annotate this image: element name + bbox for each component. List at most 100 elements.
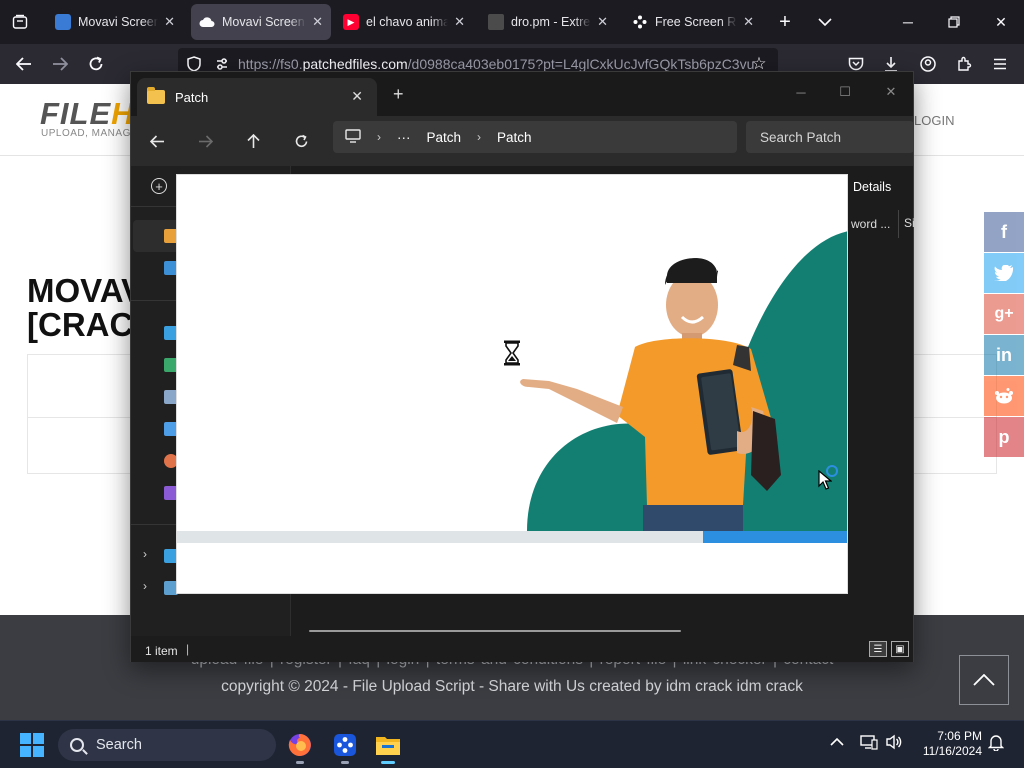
browser-tab-5[interactable]: Free Screen Reco ✕ xyxy=(624,4,762,40)
chevron-right-icon[interactable]: › xyxy=(143,547,147,561)
minimize-icon[interactable]: ─ xyxy=(779,78,823,106)
volume-icon[interactable] xyxy=(885,734,903,754)
back-arrow-icon[interactable] xyxy=(10,50,38,78)
menu-icon[interactable] xyxy=(986,50,1014,78)
folder-favicon-icon xyxy=(488,14,504,30)
more-icon[interactable]: ··· xyxy=(397,130,411,145)
file-explorer-icon[interactable] xyxy=(372,729,404,764)
twitter-icon[interactable] xyxy=(984,253,1024,293)
account-icon[interactable] xyxy=(914,50,942,78)
close-tab-icon[interactable]: ✕ xyxy=(351,88,363,105)
close-window-icon[interactable]: ✕ xyxy=(869,78,913,106)
extensions-icon[interactable] xyxy=(950,50,978,78)
new-tab-icon[interactable]: + xyxy=(771,8,799,36)
close-tab-icon[interactable]: ✕ xyxy=(597,14,608,30)
tab-list-icon[interactable] xyxy=(6,8,34,36)
new-tab-icon[interactable]: + xyxy=(393,84,404,105)
windows-taskbar: Search 7:06 PM 11/16/2024 xyxy=(0,720,1024,768)
restore-icon[interactable] xyxy=(934,8,974,36)
windows-start-icon[interactable] xyxy=(20,733,44,757)
thumbnail-view-icon[interactable]: ▣ xyxy=(891,641,909,657)
browser-tab-2[interactable]: Movavi Screen R ✕ xyxy=(191,4,331,40)
clock-date: 11/16/2024 xyxy=(922,744,982,758)
screen-recorder-icon[interactable] xyxy=(329,729,361,764)
breadcrumb-item[interactable]: Patch xyxy=(497,130,532,145)
chevron-down-icon[interactable] xyxy=(811,8,839,36)
close-tab-icon[interactable]: ✕ xyxy=(164,14,175,30)
monitor-icon xyxy=(345,128,361,146)
pinterest-icon[interactable]: p xyxy=(984,417,1024,457)
browser-tab-4[interactable]: dro.pm - Extrem ✕ xyxy=(480,4,616,40)
running-indicator xyxy=(341,761,349,764)
explorer-status-bar: 1 item | ☰ ▣ xyxy=(131,636,913,662)
network-icon[interactable] xyxy=(860,734,878,754)
chevron-right-icon[interactable]: › xyxy=(143,579,147,593)
url-host: patchedfiles.com xyxy=(302,56,408,72)
close-tab-icon[interactable]: ✕ xyxy=(743,14,754,30)
login-link[interactable]: LOGIN xyxy=(914,113,954,128)
close-tab-icon[interactable]: ✕ xyxy=(312,14,323,30)
system-clock[interactable]: 7:06 PM 11/16/2024 xyxy=(916,729,982,759)
search-icon xyxy=(70,738,84,752)
chevron-up-icon[interactable] xyxy=(830,734,844,751)
breadcrumb-item[interactable]: Patch xyxy=(427,130,462,145)
cloud-favicon-icon xyxy=(199,14,215,30)
progress-background xyxy=(177,531,703,543)
refresh-icon[interactable] xyxy=(287,127,315,155)
up-arrow-icon[interactable] xyxy=(239,127,267,155)
site-logo[interactable]: FILEH xyxy=(40,96,135,132)
site-tagline: UPLOAD, MANAGE xyxy=(41,128,139,139)
close-window-icon[interactable]: ✕ xyxy=(981,8,1021,36)
google-plus-icon[interactable]: g+ xyxy=(984,294,1024,334)
horizontal-scrollbar[interactable] xyxy=(309,630,681,632)
explorer-search-input[interactable]: Search Patch xyxy=(746,121,914,153)
details-view-icon[interactable]: ☰ xyxy=(869,641,887,657)
browser-tab-1[interactable]: Movavi Screen R ✕ xyxy=(47,4,183,40)
linkedin-icon[interactable]: in xyxy=(984,335,1024,375)
screenrec-favicon-icon xyxy=(632,14,648,30)
scroll-to-top-button[interactable] xyxy=(959,655,1009,705)
firefox-icon[interactable] xyxy=(284,729,316,764)
close-tab-icon[interactable]: ✕ xyxy=(454,14,465,30)
browser-tab-3[interactable]: ▶ el chavo animad ✕ xyxy=(335,4,473,40)
installer-splash-window xyxy=(176,174,848,594)
minimize-icon[interactable]: ─ xyxy=(888,8,928,36)
progress-bar-fill xyxy=(702,531,847,543)
facebook-icon[interactable]: f xyxy=(984,212,1024,252)
copyright-text: copyright © 2024 - File Upload Script - … xyxy=(221,678,803,695)
folder-icon xyxy=(147,87,165,104)
item-count: 1 item xyxy=(145,644,178,658)
notification-bell-icon[interactable] xyxy=(987,734,1005,755)
reddit-icon[interactable] xyxy=(984,376,1024,416)
explorer-tab[interactable]: Patch ✕ xyxy=(137,78,377,116)
movavi-favicon-icon xyxy=(55,14,71,30)
tab-label: el chavo animad xyxy=(366,15,449,29)
taskbar-search-label: Search xyxy=(96,737,142,753)
explorer-command-bar: › ··· Patch › Patch Search Patch xyxy=(131,116,914,166)
back-arrow-icon[interactable] xyxy=(143,127,171,155)
forward-arrow-icon[interactable] xyxy=(46,50,74,78)
url-path: /d0988ca403eb0175?pt=L4glCxkUcJvfGQkTsb6… xyxy=(407,56,755,72)
column-separator[interactable] xyxy=(898,210,899,238)
running-indicator xyxy=(296,761,304,764)
reload-icon[interactable] xyxy=(82,50,110,78)
hourglass-cursor-icon xyxy=(504,340,520,366)
column-header-name[interactable]: word ... xyxy=(851,210,890,238)
teal-arc-small xyxy=(527,423,647,531)
column-header-size[interactable]: Si xyxy=(904,216,915,230)
tab-label: Movavi Screen R xyxy=(222,15,306,29)
maximize-icon[interactable]: ☐ xyxy=(823,78,867,106)
tab-label: dro.pm - Extrem xyxy=(511,15,591,29)
busy-spinner-icon xyxy=(826,465,838,477)
youtube-favicon-icon: ▶ xyxy=(343,14,359,30)
details-button[interactable]: Details xyxy=(853,180,891,194)
forward-arrow-icon[interactable] xyxy=(191,127,219,155)
explorer-address-bar[interactable]: › ··· Patch › Patch xyxy=(333,121,737,153)
tab-label: Free Screen Reco xyxy=(655,15,737,29)
browser-tab-bar: Movavi Screen R ✕ Movavi Screen R ✕ ▶ el… xyxy=(0,0,1024,44)
explorer-title-bar: Patch ✕ + ─ ☐ ✕ xyxy=(131,72,913,116)
clock-time: 7:06 PM xyxy=(937,729,982,743)
status-separator: | xyxy=(186,642,190,656)
new-item-icon[interactable]: + xyxy=(151,178,167,194)
taskbar-search-box[interactable]: Search xyxy=(58,729,276,761)
